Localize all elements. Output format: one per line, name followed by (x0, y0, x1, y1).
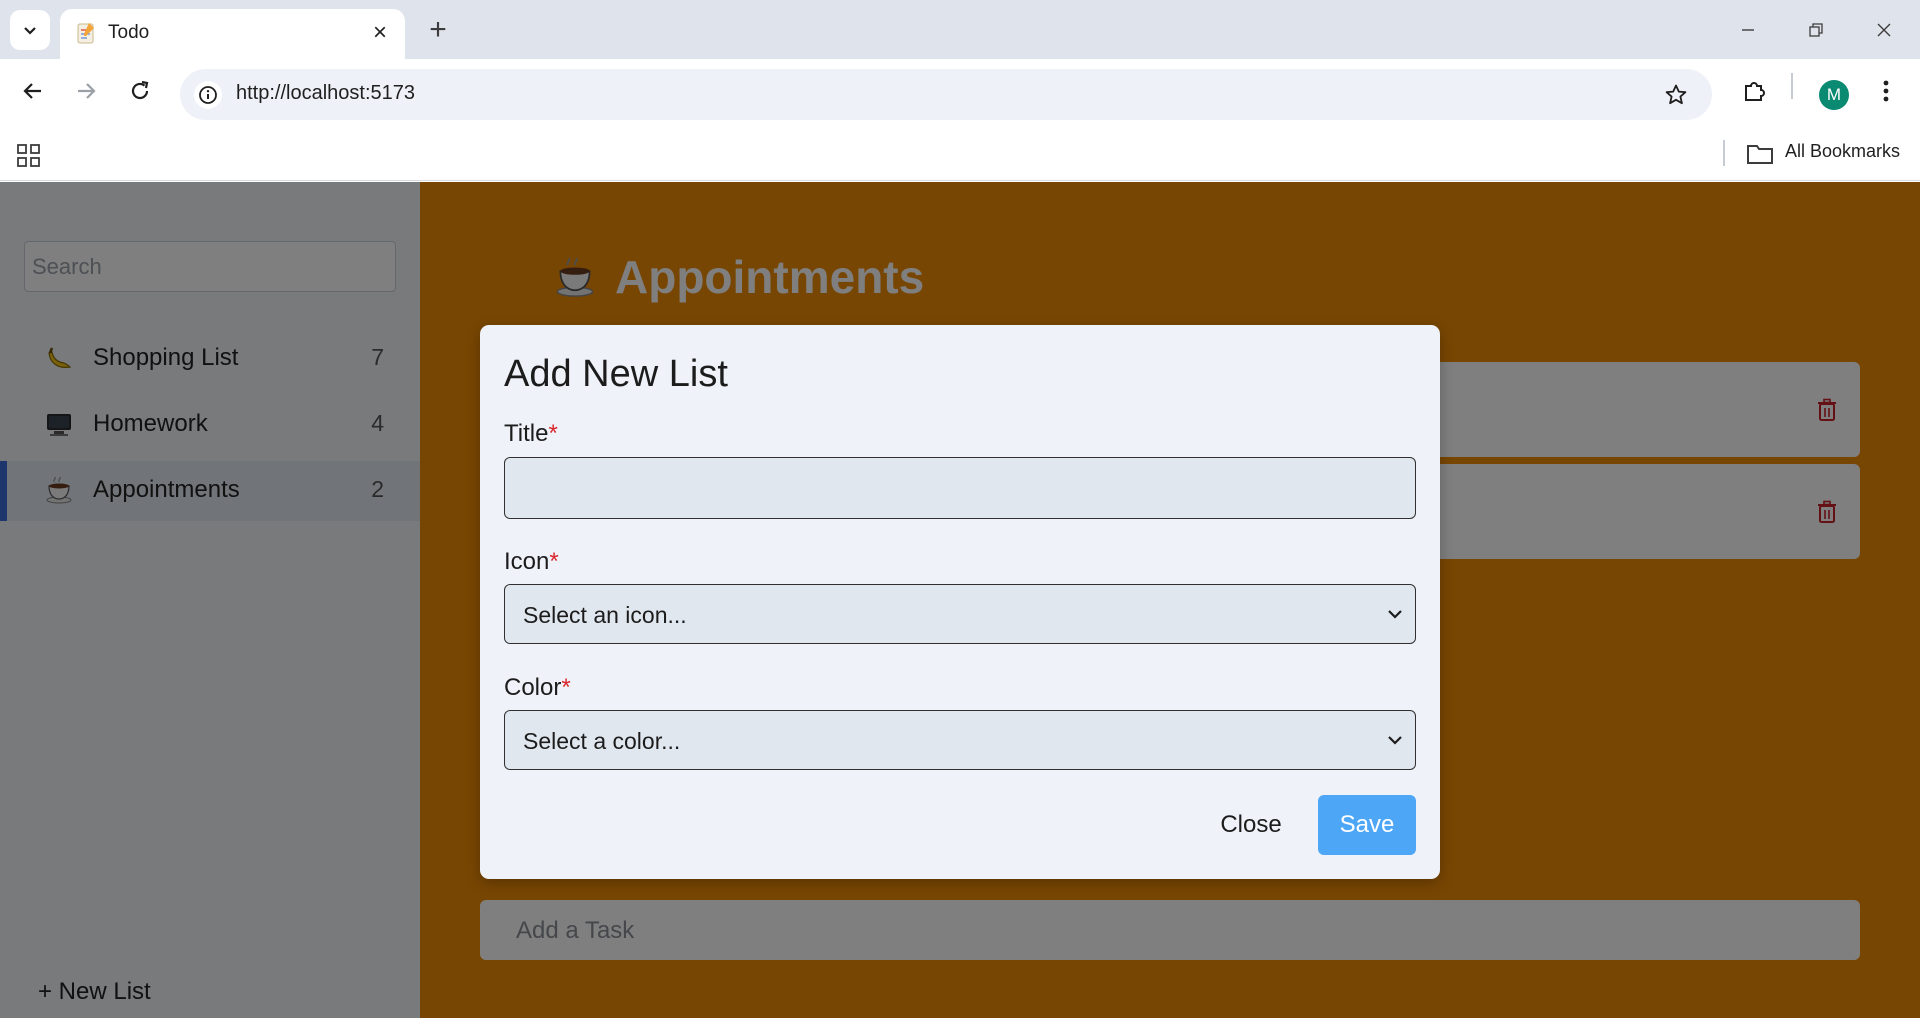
bookmarks-divider (1723, 140, 1725, 166)
url-text: http://localhost:5173 (236, 82, 416, 104)
icon-label-text: Icon (504, 548, 550, 575)
chevron-down-icon (1388, 610, 1402, 619)
minimize-button[interactable] (1724, 10, 1772, 50)
back-button[interactable] (13, 71, 53, 111)
dialog-title: Add New List (504, 353, 728, 395)
browser-tab-strip: Todo × + (0, 0, 1920, 59)
color-select[interactable]: Select a color... (504, 710, 1416, 770)
address-bar[interactable]: http://localhost:5173 (180, 69, 1712, 120)
title-label-text: Title (504, 420, 549, 447)
color-label-text: Color (504, 674, 562, 701)
close-button[interactable]: Close (1196, 795, 1306, 855)
site-info-icon[interactable] (194, 81, 222, 109)
folder-icon (1747, 145, 1773, 164)
color-select-value: Select a color... (523, 728, 681, 754)
title-input[interactable] (504, 457, 1416, 519)
restore-button[interactable] (1792, 10, 1840, 50)
close-window-button[interactable] (1860, 10, 1908, 50)
arrow-left-icon (23, 83, 41, 99)
close-icon (1877, 23, 1891, 37)
reload-button[interactable] (120, 71, 160, 111)
more-vertical-icon (1883, 80, 1889, 102)
add-list-dialog: Add New List Title* Icon* Select an icon… (480, 325, 1440, 879)
restore-icon (1809, 23, 1823, 37)
menu-button[interactable] (1866, 71, 1906, 111)
forward-button[interactable] (66, 71, 106, 111)
bookmarks-bar: All Bookmarks (0, 130, 1920, 181)
color-field-label: Color* (504, 674, 571, 702)
puzzle-icon (1745, 82, 1765, 101)
notepad-icon (77, 23, 94, 44)
tab-search-button[interactable] (10, 10, 50, 50)
title-field-label: Title* (504, 420, 558, 448)
chevron-down-icon (24, 27, 36, 35)
reload-icon (131, 80, 149, 100)
required-marker: * (548, 420, 558, 447)
browser-tab[interactable]: Todo × (60, 9, 405, 59)
browser-toolbar: http://localhost:5173 (0, 59, 1920, 130)
profile-avatar[interactable]: M (1819, 80, 1849, 110)
toolbar-divider (1791, 73, 1793, 99)
icon-select-value: Select an icon... (523, 602, 687, 628)
chevron-down-icon (1388, 736, 1402, 745)
required-marker: * (549, 548, 559, 575)
close-tab-icon[interactable]: × (367, 19, 393, 46)
icon-field-label: Icon* (504, 548, 559, 576)
arrow-right-icon (78, 83, 96, 99)
all-bookmarks-link[interactable]: All Bookmarks (1785, 141, 1900, 162)
apps-grid-icon[interactable] (16, 143, 42, 169)
bookmark-star-icon[interactable] (1662, 81, 1690, 109)
required-marker: * (561, 674, 571, 701)
icon-select[interactable]: Select an icon... (504, 584, 1416, 644)
new-tab-button[interactable]: + (420, 12, 456, 48)
save-button[interactable]: Save (1318, 795, 1416, 855)
extensions-button[interactable] (1735, 71, 1775, 111)
tab-title: Todo (108, 22, 150, 43)
minimize-icon (1742, 29, 1754, 31)
